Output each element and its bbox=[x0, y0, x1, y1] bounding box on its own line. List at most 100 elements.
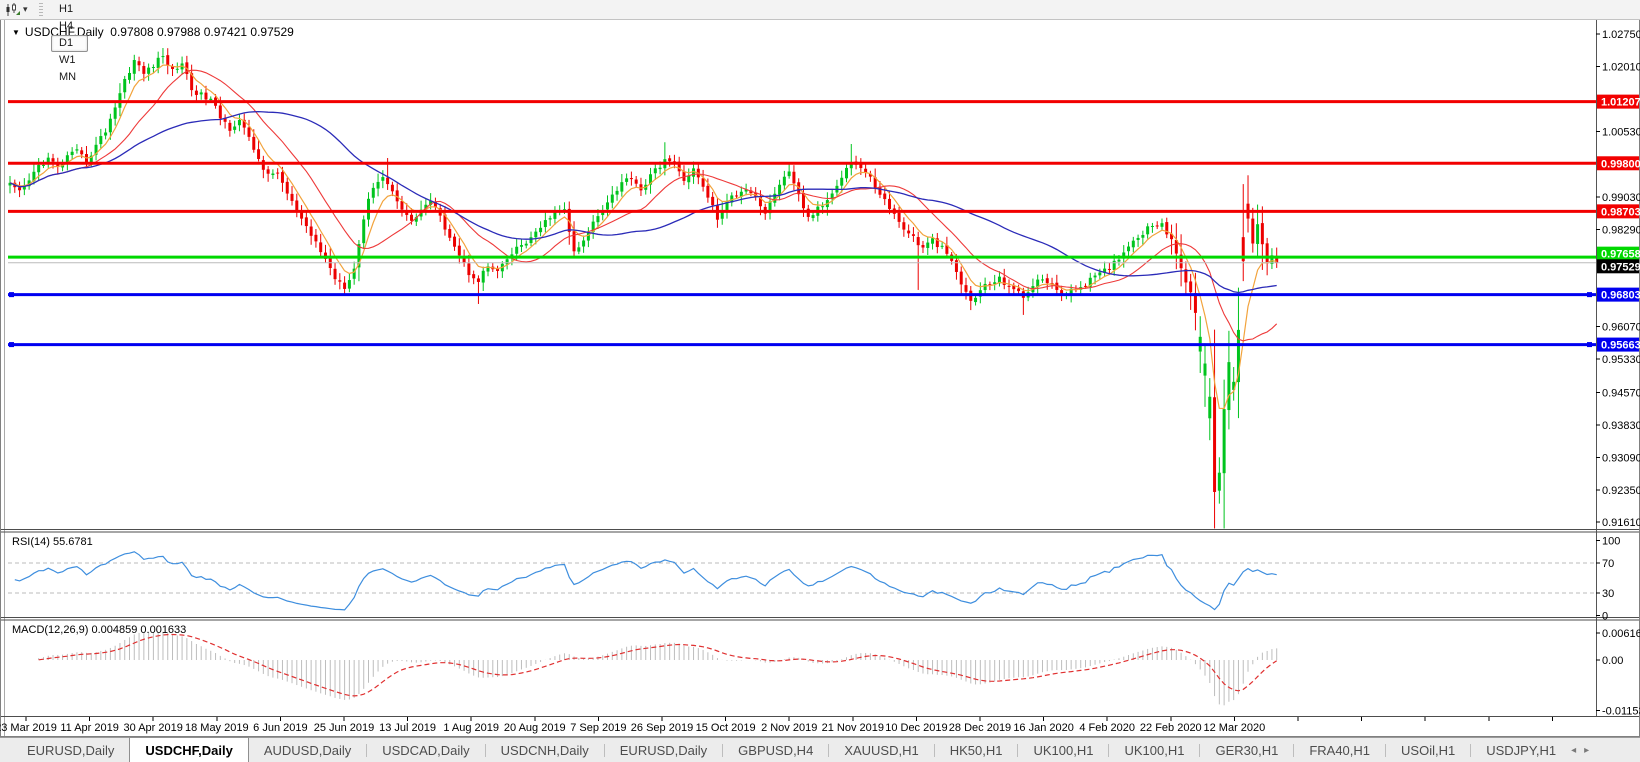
candle-body bbox=[783, 177, 786, 186]
candle-body bbox=[702, 178, 705, 186]
line-handle[interactable] bbox=[9, 342, 14, 347]
rsi-axis-label: 0 bbox=[1602, 611, 1608, 623]
rsi-indicator-label: RSI(14) 55.6781 bbox=[12, 536, 93, 548]
date-axis-label: 26 Sep 2019 bbox=[631, 722, 693, 734]
candle-body bbox=[334, 269, 337, 279]
candle-body bbox=[1141, 235, 1144, 238]
candle-body bbox=[319, 242, 322, 252]
candle-body bbox=[1132, 241, 1135, 248]
line-handle[interactable] bbox=[1587, 342, 1592, 347]
tab-usdchf-daily[interactable]: USDCHF,Daily bbox=[129, 737, 248, 762]
candle-body bbox=[654, 168, 657, 173]
candle-body bbox=[1094, 276, 1097, 278]
candle-body bbox=[400, 201, 403, 209]
candle-body bbox=[157, 58, 160, 68]
price-tag-label: 0.97529 bbox=[1601, 261, 1640, 273]
candle-body bbox=[166, 55, 169, 65]
candle-body bbox=[477, 278, 480, 282]
candle-body bbox=[1156, 225, 1159, 226]
chart-tabs: EURUSD,DailyUSDCHF,DailyAUDUSD,DailyUSDC… bbox=[12, 738, 1571, 762]
timeframe-button-mn[interactable]: MN bbox=[51, 69, 88, 86]
chart-type-icon[interactable] bbox=[3, 2, 23, 18]
price-axis-label: 0.91610 bbox=[1602, 517, 1640, 529]
candle-body bbox=[176, 69, 179, 70]
candle-body bbox=[921, 245, 924, 248]
timeframe-button-d1[interactable]: D1 bbox=[51, 35, 88, 52]
tab-usdjpy-h1[interactable]: USDJPY,H1 bbox=[1471, 738, 1571, 762]
candle-body bbox=[1113, 261, 1116, 270]
candle-body bbox=[888, 199, 891, 209]
tab-xauusd-h1[interactable]: XAUUSD,H1 bbox=[829, 738, 933, 762]
tab-eurusd-daily[interactable]: EURUSD,Daily bbox=[12, 738, 129, 762]
candle-body bbox=[310, 227, 313, 236]
candle-body bbox=[520, 245, 523, 247]
tab-ger30-h1[interactable]: GER30,H1 bbox=[1200, 738, 1293, 762]
date-axis-label: 21 Nov 2019 bbox=[822, 722, 884, 734]
candle-body bbox=[883, 194, 886, 200]
line-handle[interactable] bbox=[9, 292, 14, 297]
candle-body bbox=[248, 128, 251, 137]
date-axis-label: 1 Aug 2019 bbox=[443, 722, 499, 734]
candle-body bbox=[262, 160, 265, 170]
candle-body bbox=[984, 284, 987, 290]
macd-indicator-label: MACD(12,26,9) 0.004859 0.001633 bbox=[12, 624, 186, 636]
date-axis-label: 4 Feb 2020 bbox=[1079, 722, 1135, 734]
ma-fast-line bbox=[10, 65, 1277, 408]
candle-body bbox=[515, 247, 518, 254]
tab-uk100-h1[interactable]: UK100,H1 bbox=[1109, 738, 1199, 762]
candle-body bbox=[1151, 226, 1154, 227]
candle-body bbox=[276, 173, 279, 174]
candle-body bbox=[228, 123, 231, 131]
tab-fra40-h1[interactable]: FRA40,H1 bbox=[1294, 738, 1385, 762]
price-axis-label: 0.99030 bbox=[1602, 192, 1640, 204]
candle-body bbox=[845, 168, 848, 178]
tab-eurusd-daily[interactable]: EURUSD,Daily bbox=[605, 738, 722, 762]
date-axis-label: 22 Feb 2020 bbox=[1140, 722, 1202, 734]
timeframe-button-w1[interactable]: W1 bbox=[51, 52, 88, 69]
candle-body bbox=[955, 260, 958, 272]
chart-dropdown-icon[interactable]: ▼ bbox=[12, 28, 20, 37]
price-tag-label: 0.99800 bbox=[1601, 158, 1640, 170]
toolbar-grip[interactable] bbox=[39, 3, 43, 16]
date-axis-label: 18 May 2019 bbox=[185, 722, 249, 734]
candle-body bbox=[453, 237, 456, 247]
candle-body bbox=[1137, 238, 1140, 240]
tab-audusd-daily[interactable]: AUDUSD,Daily bbox=[249, 738, 366, 762]
tab-usoil-h1[interactable]: USOil,H1 bbox=[1386, 738, 1470, 762]
candle-body bbox=[1127, 247, 1130, 252]
ma-slow-line bbox=[10, 112, 1277, 293]
candle-body bbox=[314, 235, 317, 242]
tabs-scroll-left-icon[interactable]: ◂ bbox=[1571, 745, 1576, 756]
line-handle[interactable] bbox=[1587, 292, 1592, 297]
candle-body bbox=[611, 195, 614, 203]
candle-body bbox=[305, 217, 308, 226]
chart-canvas[interactable]: 1.027501.020101.005300.990300.982900.960… bbox=[0, 0, 1640, 762]
candle-body bbox=[381, 177, 384, 181]
timeframe-button-h1[interactable]: H1 bbox=[51, 1, 88, 18]
date-axis-label: 7 Sep 2019 bbox=[570, 722, 626, 734]
date-axis-label: 30 Apr 2019 bbox=[124, 722, 183, 734]
candle-body bbox=[630, 178, 633, 179]
tabs-scroll-right-icon[interactable]: ▸ bbox=[1584, 745, 1589, 756]
tab-hk50-h1[interactable]: HK50,H1 bbox=[935, 738, 1018, 762]
chart-type-dropdown-icon[interactable]: ▾ bbox=[23, 4, 35, 15]
tab-uk100-h1[interactable]: UK100,H1 bbox=[1018, 738, 1108, 762]
price-tag-label: 0.97658 bbox=[1601, 249, 1640, 261]
candle-body bbox=[821, 206, 824, 207]
candle-body bbox=[596, 216, 599, 222]
tab-usdcnh-daily[interactable]: USDCNH,Daily bbox=[486, 738, 604, 762]
candlestick-chart-glyph bbox=[5, 3, 21, 17]
tab-usdcad-daily[interactable]: USDCAD,Daily bbox=[367, 738, 484, 762]
date-axis-label: 23 Mar 2019 bbox=[0, 722, 57, 734]
candle-body bbox=[735, 195, 738, 196]
candle-body bbox=[898, 213, 901, 222]
price-axis-label: 0.93090 bbox=[1602, 452, 1640, 464]
candle-body bbox=[152, 67, 155, 68]
candle-body bbox=[1189, 281, 1192, 292]
timeframe-button-h4[interactable]: H4 bbox=[51, 18, 88, 35]
candle-body bbox=[1208, 397, 1211, 419]
tab-gbpusd-h4[interactable]: GBPUSD,H4 bbox=[723, 738, 828, 762]
date-axis-label: 15 Oct 2019 bbox=[696, 722, 756, 734]
candle-body bbox=[109, 119, 112, 133]
candle-body bbox=[1266, 243, 1269, 263]
